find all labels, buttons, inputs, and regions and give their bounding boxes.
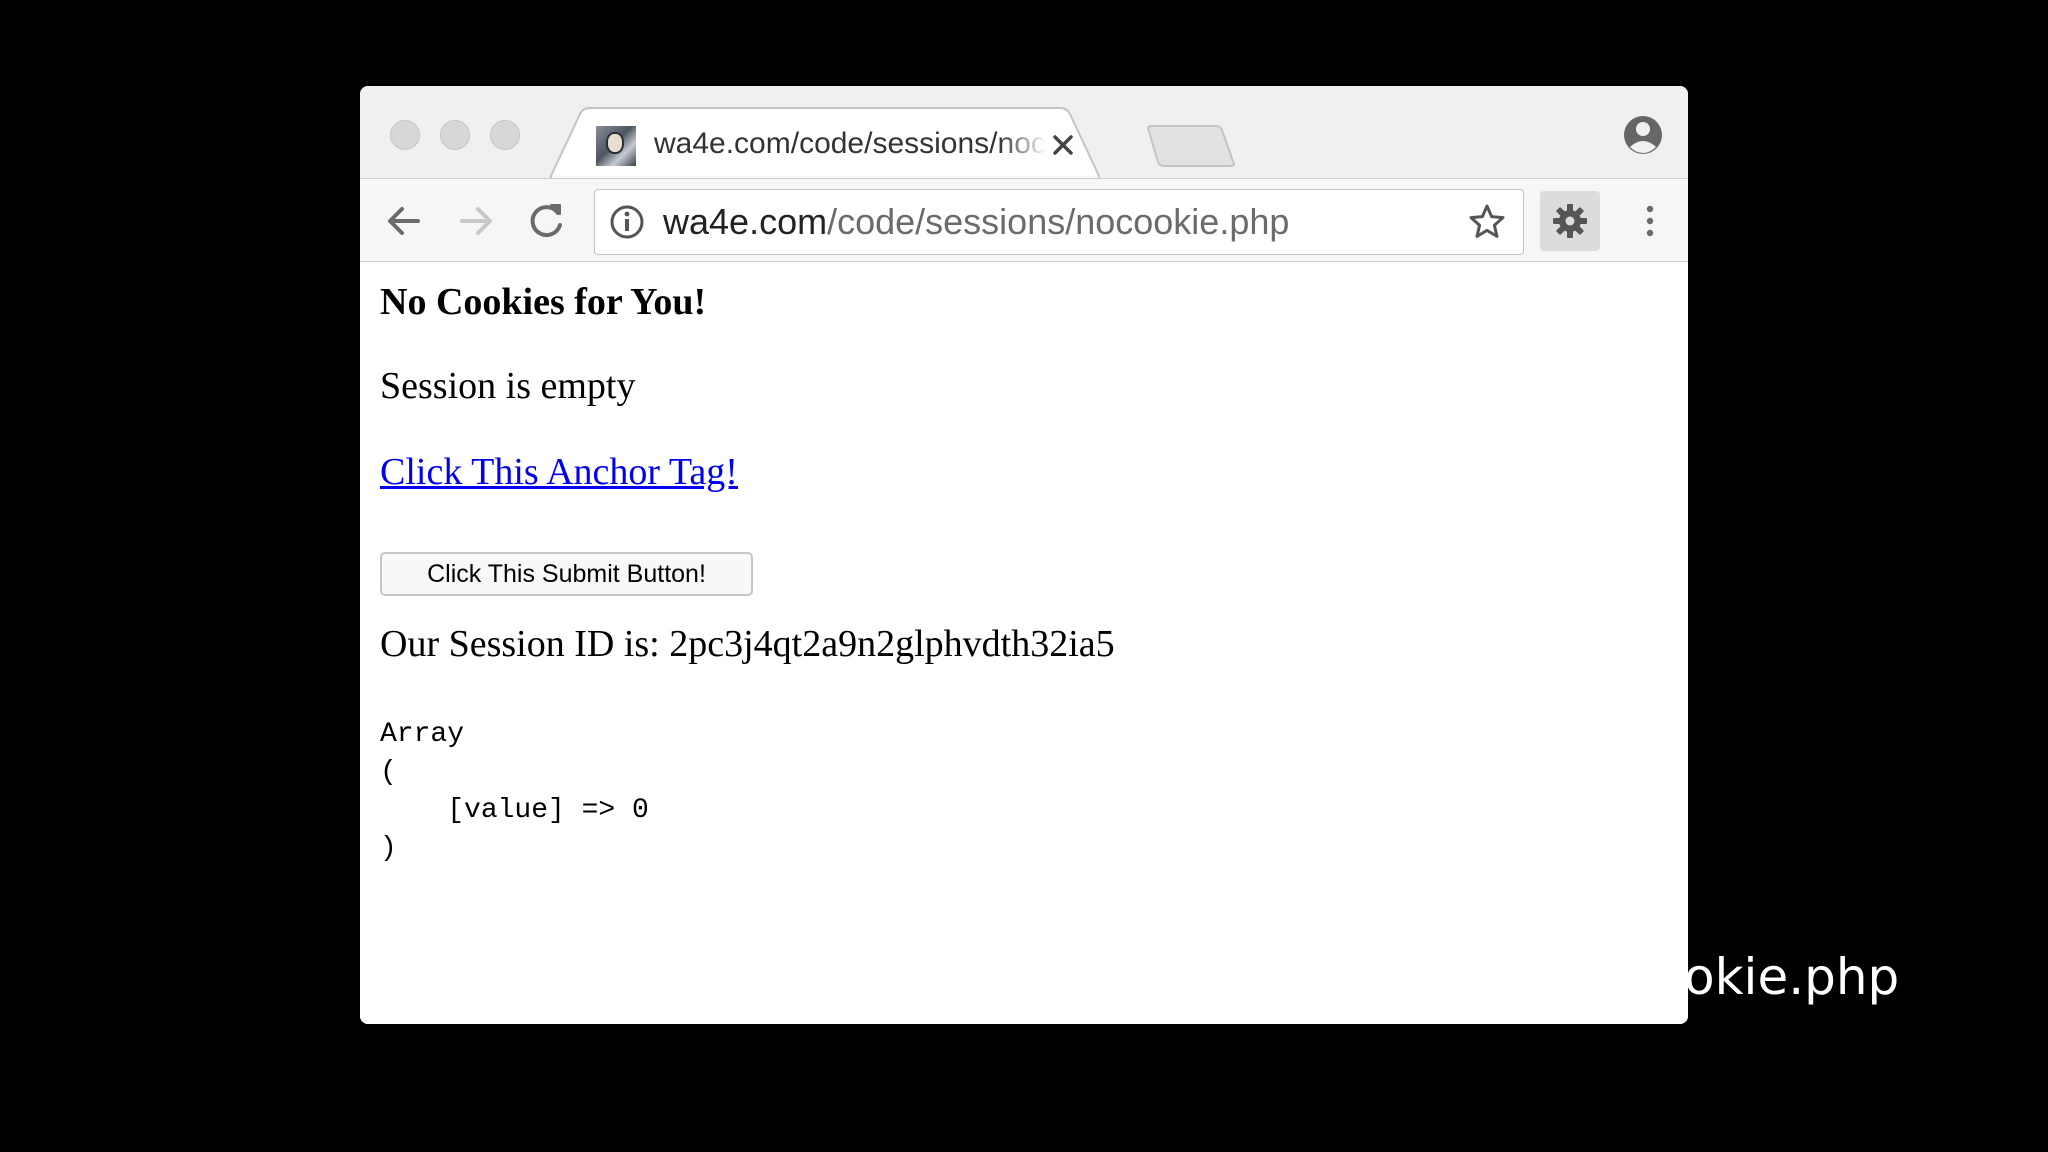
avatar-favicon-icon (596, 126, 636, 166)
browser-toolbar: wa4e.com/code/sessions/nocookie.php (360, 178, 1688, 262)
extension-button[interactable] (1540, 191, 1600, 251)
window-zoom-button[interactable] (490, 120, 520, 150)
gear-icon (1553, 204, 1587, 238)
address-bar[interactable]: wa4e.com/code/sessions/nocookie.php (594, 189, 1524, 255)
reload-icon[interactable] (524, 199, 568, 243)
submit-button[interactable]: Click This Submit Button! (380, 552, 753, 596)
profile-icon[interactable] (1622, 114, 1664, 156)
window-close-button[interactable] (390, 120, 420, 150)
tab-title: wa4e.com/code/sessions/nocookie.php (654, 127, 1046, 160)
address-path: /code/sessions/nocookie.php (827, 201, 1290, 242)
slide-caption: okie.php (1684, 948, 1900, 1006)
page-heading: No Cookies for You! (380, 281, 707, 323)
dump-line: ( (380, 757, 397, 788)
address-host: wa4e.com (663, 201, 828, 242)
arrow-left-icon[interactable] (382, 199, 426, 243)
session-id-text: Our Session ID is: 2pc3j4qt2a9n2glphvdth… (380, 623, 1115, 665)
close-icon[interactable] (1046, 128, 1080, 162)
anchor-tag-link[interactable]: Click This Anchor Tag! (380, 450, 738, 494)
new-tab-button[interactable] (1146, 124, 1236, 168)
info-icon[interactable] (609, 204, 645, 240)
page-content: No Cookies for You! Session is empty Cli… (360, 262, 1688, 1024)
address-url: wa4e.com/code/sessions/nocookie.php (663, 200, 1289, 244)
browser-window: wa4e.com/code/sessions/nocookie.php (360, 86, 1688, 1024)
tab-strip: wa4e.com/code/sessions/nocookie.php (360, 86, 1688, 178)
dump-line: [value] => 0 (380, 795, 649, 826)
tab-active[interactable]: wa4e.com/code/sessions/nocookie.php (550, 106, 1100, 178)
window-minimize-button[interactable] (440, 120, 470, 150)
dump-line: Array (380, 719, 465, 750)
dump-line: ) (380, 833, 397, 864)
session-status-text: Session is empty (380, 365, 636, 407)
session-array-dump: Array ( [value] => 0) (380, 716, 649, 868)
arrow-right-icon[interactable] (454, 199, 498, 243)
kebab-menu-icon[interactable] (1640, 199, 1660, 243)
star-icon[interactable] (1467, 202, 1507, 242)
